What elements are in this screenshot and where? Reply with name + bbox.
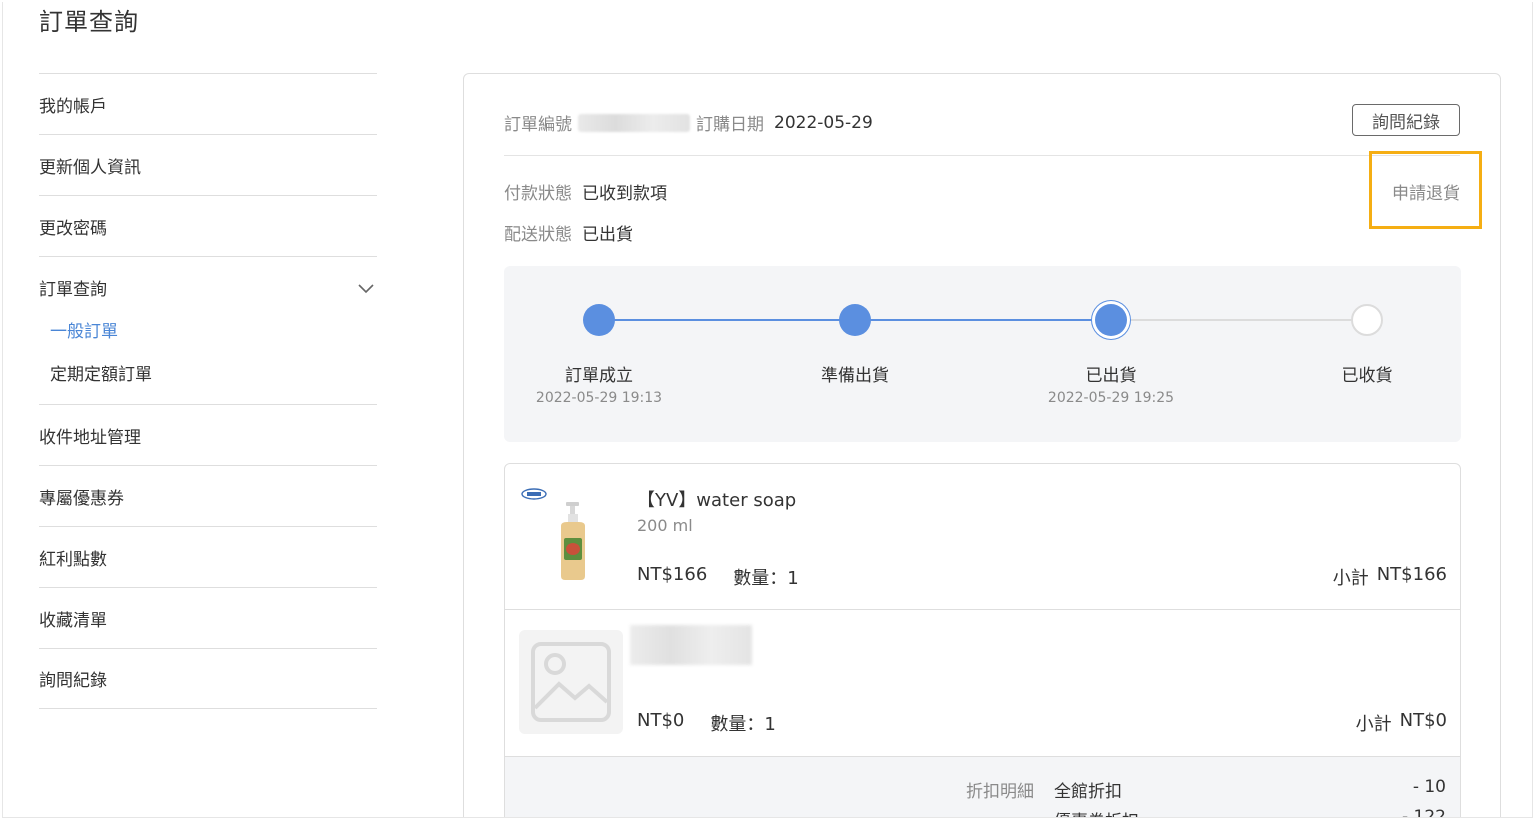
list-item: NT$0 數量：1 小計 NT$0 bbox=[505, 610, 1460, 757]
order-items: 【YV】water soap 200 ml NT$166 數量：1 小計 NT$… bbox=[504, 463, 1461, 818]
product-thumbnail-soap[interactable] bbox=[555, 502, 591, 582]
sidebar-item-points[interactable]: 紅利點數 bbox=[39, 526, 377, 587]
brand-logo-icon bbox=[521, 488, 547, 500]
item-price-qty: NT$166 數量：1 bbox=[637, 564, 799, 589]
progress-step-label-1: 訂單成立 bbox=[565, 366, 633, 386]
sidebar-group-orders: 訂單查詢 一般訂單 定期定額訂單 bbox=[39, 256, 377, 404]
sidebar-item-change-password[interactable]: 更改密碼 bbox=[39, 195, 377, 256]
item-subtotal: 小計 NT$0 bbox=[1355, 710, 1447, 735]
page-title: 訂單查詢 bbox=[39, 8, 139, 36]
progress-line-todo bbox=[1111, 319, 1367, 321]
inquiry-record-button[interactable]: 詢問紀錄 bbox=[1352, 104, 1460, 136]
progress-step-label-4: 已收貨 bbox=[1341, 366, 1393, 386]
item-name-redacted bbox=[630, 625, 752, 665]
progress-step-time-1: 2022-05-29 19:13 bbox=[535, 390, 663, 406]
product-thumbnail-placeholder[interactable] bbox=[519, 630, 623, 734]
list-item: 【YV】water soap 200 ml NT$166 數量：1 小計 NT$… bbox=[505, 464, 1460, 610]
order-meta: 訂單編號 訂購日期 2022-05-29 bbox=[504, 110, 873, 136]
discount-row: 優惠券折扣 - 122 bbox=[1054, 807, 1446, 818]
shipping-status: 配送狀態 已出貨 bbox=[504, 225, 633, 245]
progress-node-3 bbox=[1095, 304, 1127, 336]
sidebar-subitem-recurring-orders[interactable]: 定期定額訂單 bbox=[39, 351, 377, 394]
item-price-qty: NT$0 數量：1 bbox=[637, 710, 776, 735]
image-placeholder-icon bbox=[531, 642, 611, 722]
discount-detail: 折扣明細 全館折扣 - 10 優惠券折扣 - 122 bbox=[505, 757, 1460, 818]
sidebar-item-inquiries[interactable]: 詢問紀錄 bbox=[39, 648, 377, 709]
order-date-label: 訂購日期 bbox=[696, 115, 764, 135]
order-card: 訂單編號 訂購日期 2022-05-29 詢問紀錄 付款狀態 已收到款項 配送狀… bbox=[463, 73, 1501, 818]
item-spec: 200 ml bbox=[637, 516, 693, 535]
progress-node-1 bbox=[583, 304, 615, 336]
sidebar-item-wishlist[interactable]: 收藏清單 bbox=[39, 587, 377, 648]
item-subtotal: 小計 NT$166 bbox=[1332, 564, 1447, 589]
progress-step-time-3: 2022-05-29 19:25 bbox=[1047, 390, 1175, 406]
progress-step-label-3: 已出貨 bbox=[1085, 366, 1137, 386]
order-date: 2022-05-29 bbox=[774, 112, 873, 133]
sidebar-item-address[interactable]: 收件地址管理 bbox=[39, 404, 377, 465]
sidebar-item-my-account[interactable]: 我的帳戶 bbox=[39, 73, 377, 134]
order-progress: 訂單成立 準備出貨 已出貨 已收貨 2022-05-29 19:13 2022-… bbox=[504, 266, 1461, 442]
discount-row: 折扣明細 全館折扣 - 10 bbox=[966, 777, 1446, 802]
progress-node-2 bbox=[839, 304, 871, 336]
progress-node-4 bbox=[1351, 304, 1383, 336]
sidebar-item-update-profile[interactable]: 更新個人資訊 bbox=[39, 134, 377, 195]
chevron-down-icon[interactable] bbox=[357, 279, 375, 297]
item-name[interactable]: 【YV】water soap bbox=[637, 486, 796, 512]
order-number-label: 訂單編號 bbox=[504, 115, 572, 135]
page-frame: 訂單查詢 我的帳戶 更新個人資訊 更改密碼 訂單查詢 一般訂單 定期定額訂單 收… bbox=[2, 2, 1533, 818]
order-header: 訂單編號 訂購日期 2022-05-29 詢問紀錄 bbox=[504, 104, 1460, 156]
sidebar: 我的帳戶 更新個人資訊 更改密碼 訂單查詢 一般訂單 定期定額訂單 收件地址管理… bbox=[39, 73, 377, 709]
discount-label: 折扣明細 bbox=[966, 782, 1034, 802]
sidebar-item-coupons[interactable]: 專屬優惠券 bbox=[39, 465, 377, 526]
order-number-redacted bbox=[578, 113, 690, 132]
progress-step-label-2: 準備出貨 bbox=[821, 366, 889, 386]
payment-status: 付款狀態 已收到款項 bbox=[504, 184, 667, 204]
sidebar-subitem-general-orders[interactable]: 一般訂單 bbox=[39, 308, 377, 351]
apply-return-link[interactable]: 申請退貨 bbox=[1392, 179, 1460, 204]
